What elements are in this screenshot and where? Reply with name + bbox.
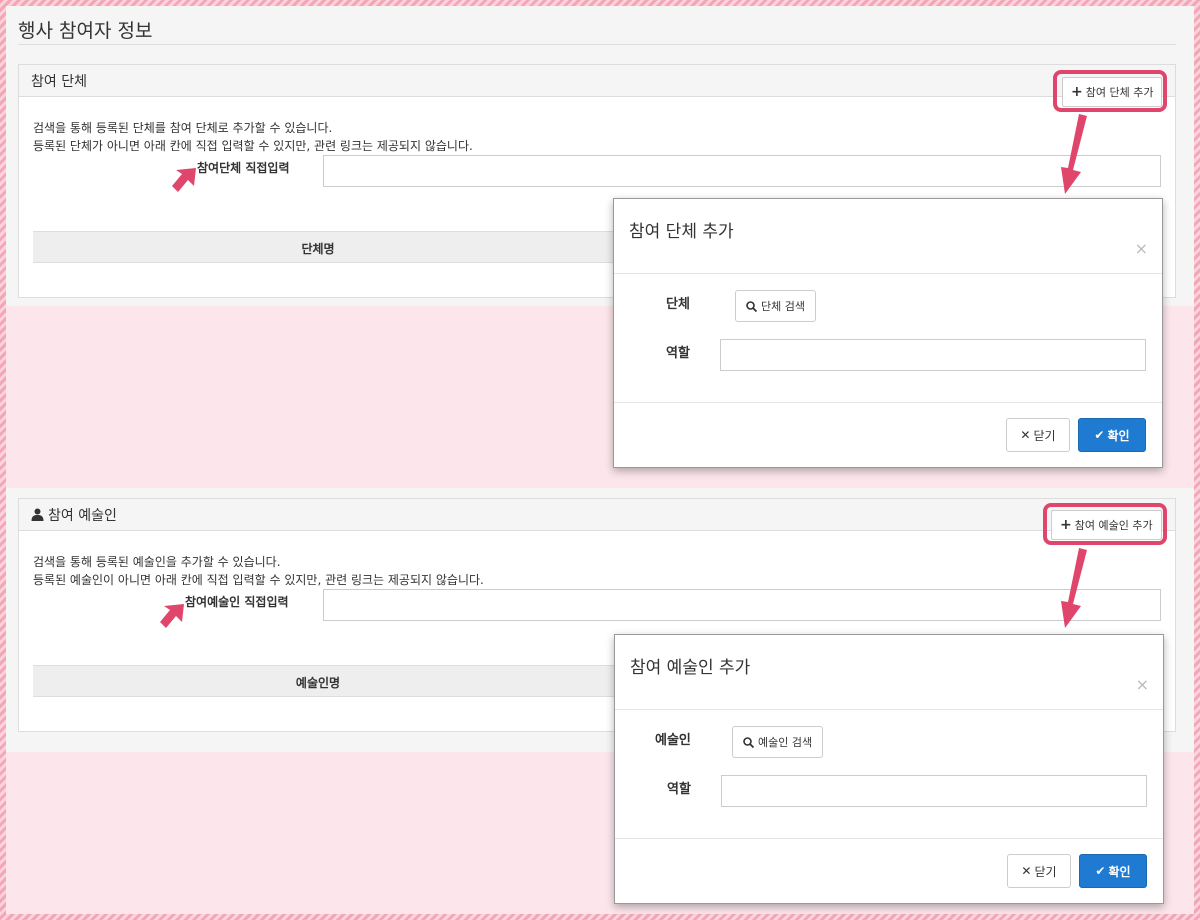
artist-direct-input[interactable] — [323, 589, 1161, 621]
arrow-pointer-icon — [172, 168, 196, 192]
title-divider — [18, 44, 1176, 45]
group-direct-label: 참여단체 직접입력 — [197, 161, 290, 175]
group-modal-title: 참여 단체 추가 — [629, 222, 734, 242]
artist-modal: 참여 예술인 추가 × 예술인 예술인 검색 역할 ✕ 닫기 ✔ 확인 — [614, 634, 1164, 904]
close-icon[interactable]: × — [1136, 675, 1149, 694]
highlight-add-group — [1053, 70, 1167, 112]
artist-modal-ok-button[interactable]: ✔ 확인 — [1079, 854, 1147, 888]
artist-modal-role-label: 역할 — [667, 782, 691, 797]
group-direct-input[interactable] — [323, 155, 1161, 187]
close-icon: ✕ — [1021, 864, 1032, 878]
page-title: 행사 참여자 정보 — [18, 20, 153, 42]
group-desc-2: 등록된 단체가 아니면 아래 칸에 직접 입력할 수 있지만, 관련 링크는 제… — [33, 139, 473, 153]
group-modal-close-label: 닫기 — [1033, 428, 1056, 443]
group-role-input[interactable] — [720, 339, 1146, 371]
group-table-col-name: 단체명 — [301, 242, 335, 256]
arrow-down-icon — [1061, 114, 1087, 194]
group-modal: 참여 단체 추가 × 단체 단체 검색 역할 ✕ 닫기 ✔ 확인 — [613, 198, 1163, 468]
artist-modal-title: 참여 예술인 추가 — [630, 658, 751, 678]
close-icon[interactable]: × — [1135, 239, 1148, 258]
artist-modal-close-label: 닫기 — [1034, 864, 1057, 879]
group-modal-ok-button[interactable]: ✔ 확인 — [1078, 418, 1146, 452]
modal-divider — [614, 273, 1162, 274]
artist-desc-2: 등록된 예술인이 아니면 아래 칸에 직접 입력할 수 있지만, 관련 링크는 … — [33, 573, 484, 587]
artist-search-button[interactable]: 예술인 검색 — [732, 726, 824, 758]
artist-desc-1: 검색을 통해 등록된 예술인을 추가할 수 있습니다. — [33, 555, 281, 569]
artist-panel-title: 참여 예술인 — [48, 507, 117, 524]
highlight-add-artist — [1043, 503, 1167, 545]
artist-modal-ok-label: 확인 — [1108, 864, 1131, 879]
close-icon: ✕ — [1020, 428, 1031, 442]
search-icon — [743, 736, 754, 748]
group-desc-1: 검색을 통해 등록된 단체를 참여 단체로 추가할 수 있습니다. — [33, 121, 333, 135]
artist-table-col-name: 예술인명 — [295, 676, 341, 690]
check-icon: ✔ — [1095, 864, 1106, 878]
group-search-label: 단체 검색 — [761, 300, 805, 313]
group-panel-header: 참여 단체 — [19, 65, 1175, 97]
arrow-pointer-icon — [160, 604, 184, 628]
group-panel-title: 참여 단체 — [31, 73, 87, 90]
group-modal-close-button[interactable]: ✕ 닫기 — [1006, 418, 1070, 452]
modal-divider — [615, 838, 1163, 839]
artist-search-label: 예술인 검색 — [758, 736, 813, 749]
modal-divider — [614, 402, 1162, 403]
group-search-button[interactable]: 단체 검색 — [735, 290, 816, 322]
check-icon: ✔ — [1094, 428, 1105, 442]
artist-modal-close-button[interactable]: ✕ 닫기 — [1007, 854, 1071, 888]
artist-role-input[interactable] — [721, 775, 1147, 807]
arrow-down-icon — [1061, 548, 1087, 628]
group-modal-field-label: 단체 — [666, 297, 690, 312]
artist-modal-field-label: 예술인 — [655, 733, 691, 748]
modal-divider — [615, 709, 1163, 710]
artist-direct-label: 참여예술인 직접입력 — [185, 595, 289, 609]
group-modal-role-label: 역할 — [666, 346, 690, 361]
group-modal-ok-label: 확인 — [1107, 428, 1130, 443]
search-icon — [746, 300, 757, 312]
artist-panel-header: 참여 예술인 — [19, 499, 1175, 531]
user-icon — [31, 508, 44, 521]
